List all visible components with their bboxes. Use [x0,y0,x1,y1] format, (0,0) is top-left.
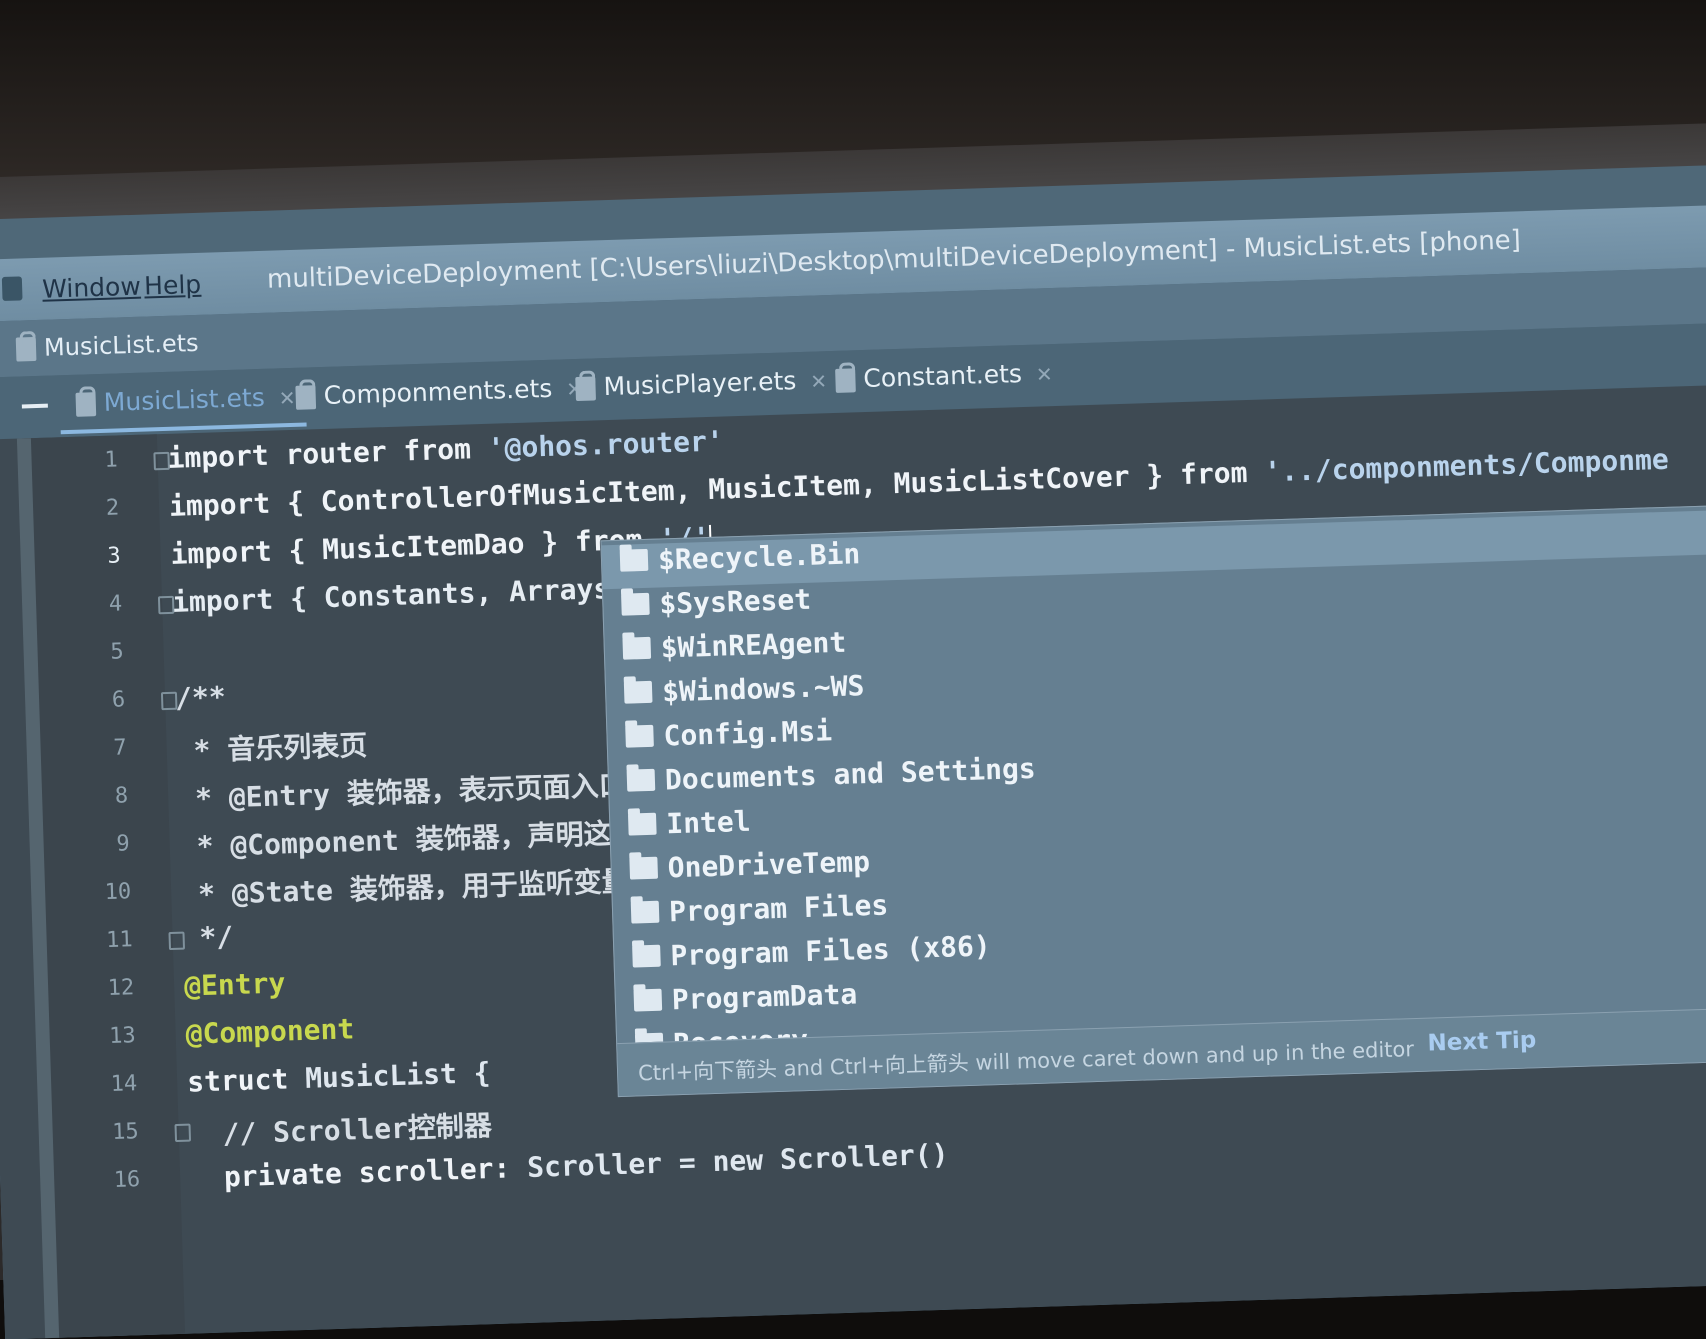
breadcrumb[interactable]: MusicList.ets [15,328,199,363]
code-line-14: struct MusicList { [186,1056,492,1099]
completion-item[interactable]: $Recycle.Bin [601,507,1706,590]
code-line-9: * @Component 装饰器，声明这是 [179,816,641,864]
code-line-8: * @Entry 装饰器，表示页面入口 [177,768,628,816]
line-number: 2 [105,495,120,521]
line-number: 14 [110,1071,138,1098]
code-line-13: @Component [185,1012,355,1051]
tab-constant[interactable]: Constant.ets ✕ [835,358,1053,394]
tab-componments[interactable]: Componments.ets✕ [295,373,583,411]
folder-icon [627,812,657,836]
file-icon [835,368,856,393]
code-line-12: @Entry [183,966,286,1003]
line-number: 4 [108,591,123,617]
file-icon [75,392,97,417]
file-icon [295,385,317,410]
file-icon [575,376,596,402]
code-line-15: // Scroller控制器 [188,1109,493,1152]
close-icon[interactable]: ✕ [810,369,828,394]
line-number: 10 [104,879,132,906]
folder-icon [629,856,659,880]
collapse-icon[interactable] [21,403,48,409]
line-number: 5 [110,639,125,665]
autocomplete-popup: $Recycle.Bin $SysReset $WinREAgent $Wind… [600,502,1706,1098]
close-icon[interactable]: ✕ [1036,362,1054,387]
tab-musicplayer[interactable]: MusicPlayer.ets ✕ [575,365,827,402]
code-line-6: /** [174,680,227,715]
breadcrumb-label: MusicList.ets [43,328,199,362]
next-tip-link[interactable]: Next Tip [1427,1027,1536,1056]
file-icon [15,336,37,362]
ide-window: Window Help multiDeviceDeployment [C:\Us… [0,163,1706,1339]
completion-item[interactable]: $Windows.~WS [623,669,866,721]
line-number: 7 [113,735,128,761]
completion-item[interactable]: Intel [627,805,752,853]
tab-label: MusicPlayer.ets [603,366,797,402]
close-icon[interactable]: ✕ [278,386,296,411]
hint-text: Ctrl+向下箭头 and Ctrl+向上箭头 will move caret … [637,1037,1415,1086]
folder-icon [623,680,653,704]
completion-item[interactable]: $WinREAgent [622,626,847,677]
folder-icon [630,900,660,924]
tab-label: Componments.ets [323,373,553,410]
line-number: 11 [105,927,134,954]
code-line-1: import router from '@ohos.router' [167,424,725,475]
line-number: 13 [108,1023,137,1050]
code-editor[interactable]: 1 2 3 4 5 6 7 8 9 10 11 12 13 14 15 16 i… [0,383,1706,1339]
app-icon [1,276,23,302]
code-line-4: import { Constants, Arrays, [171,571,628,619]
tab-label: Constant.ets [862,359,1023,394]
tab-musiclist[interactable]: MusicList.ets ✕ [75,382,296,418]
menu-help[interactable]: Help [144,270,202,301]
folder-icon [625,724,654,748]
folder-icon [622,636,652,660]
folder-icon [632,944,661,968]
code-line-7: * 音乐列表页 [176,728,368,768]
line-number: 8 [114,783,129,809]
line-number: 16 [113,1167,141,1193]
line-number: 3 [106,543,122,569]
line-number: 9 [116,831,131,857]
code-line-10: * @State 装饰器，用于监听变量 [180,864,631,912]
folder-icon [633,988,663,1012]
folder-icon [619,548,649,572]
line-number: 12 [107,975,135,1002]
line-number: 6 [111,687,126,713]
code-line-11: */ [182,920,234,955]
tab-label: MusicList.ets [103,382,266,417]
line-number: 15 [111,1119,140,1145]
completion-item[interactable]: OneDriveTemp [629,845,871,897]
completion-item[interactable]: ProgramData [633,978,858,1029]
completion-item[interactable]: $SysReset [621,583,812,633]
menu-window[interactable]: Window [42,272,141,304]
folder-icon [621,592,650,616]
line-number: 1 [103,447,119,473]
folder-icon [626,768,656,792]
completion-item[interactable]: Config.Msi [625,714,833,764]
